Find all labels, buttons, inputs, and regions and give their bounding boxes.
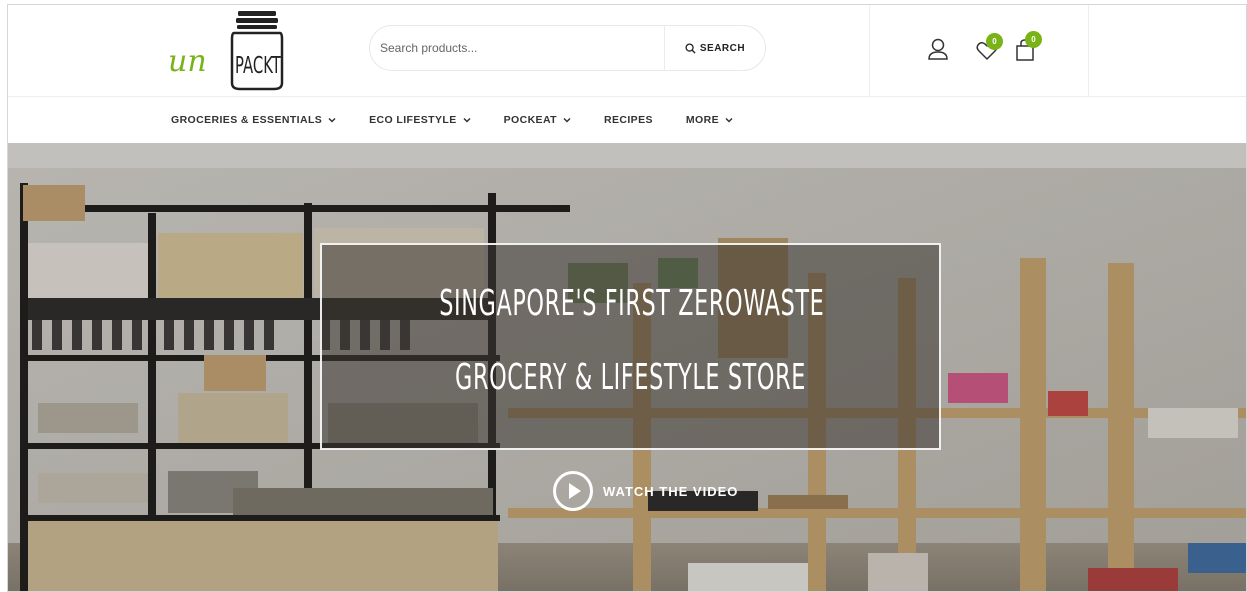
cart-button[interactable]: 0 — [1013, 31, 1042, 65]
nav-item-label: MORE — [685, 114, 719, 126]
search-button[interactable]: SEARCH — [665, 26, 765, 70]
hero-headline-line2: GROCERY & LIFESTYLE STORE — [455, 357, 806, 398]
hero-headline-box: SINGAPORE'S FIRST ZEROWASTE GROCERY & LI… — [320, 243, 941, 450]
account-icon — [928, 38, 948, 60]
wishlist-count-badge: 0 — [986, 33, 1003, 50]
search-icon — [685, 42, 696, 54]
chevron-down-icon — [563, 117, 571, 123]
chevron-down-icon — [725, 117, 733, 123]
chevron-down-icon — [463, 117, 471, 123]
play-circle-icon — [553, 471, 593, 511]
jar-logo-icon: un PACKT — [168, 11, 284, 91]
chevron-down-icon — [328, 117, 336, 123]
nav-item-pockeat[interactable]: POCKEAT — [504, 114, 571, 126]
nav-item-more[interactable]: MORE — [686, 114, 733, 126]
logo-prefix: un — [168, 44, 207, 79]
nav-item-label: GROCERIES & ESSENTIALS — [171, 114, 323, 126]
nav-item-eco-lifestyle[interactable]: ECO LIFESTYLE — [369, 114, 471, 126]
hero-banner: SINGAPORE'S FIRST ZEROWASTE GROCERY & LI… — [8, 143, 1246, 591]
nav-item-label: POCKEAT — [503, 114, 557, 126]
site-logo[interactable]: un PACKT — [168, 9, 288, 91]
watch-video-button[interactable]: WATCH THE VIDEO — [553, 469, 738, 513]
account-button[interactable] — [924, 33, 952, 65]
nav-item-recipes[interactable]: RECIPES — [604, 114, 653, 126]
nav-item-groceries[interactable]: GROCERIES & ESSENTIALS — [171, 114, 336, 126]
header-divider — [1088, 5, 1089, 97]
main-nav: GROCERIES & ESSENTIALS ECO LIFESTYLE POC… — [8, 97, 1246, 143]
nav-item-label: RECIPES — [603, 114, 653, 126]
header-divider — [869, 5, 870, 97]
wishlist-button[interactable]: 0 — [974, 33, 1003, 65]
nav-item-label: ECO LIFESTYLE — [369, 114, 457, 126]
logo-suffix: PACKT — [235, 52, 281, 79]
site-header: un PACKT SEARCH — [8, 5, 1246, 97]
search-button-label: SEARCH — [699, 42, 746, 54]
cart-count-badge: 0 — [1025, 31, 1042, 48]
watch-video-label: WATCH THE VIDEO — [603, 483, 739, 499]
page-frame: un PACKT SEARCH — [7, 4, 1247, 592]
search-input[interactable] — [370, 26, 664, 70]
hero-headline-line1: SINGAPORE'S FIRST ZEROWASTE — [439, 283, 825, 324]
search-bar: SEARCH — [369, 25, 766, 71]
